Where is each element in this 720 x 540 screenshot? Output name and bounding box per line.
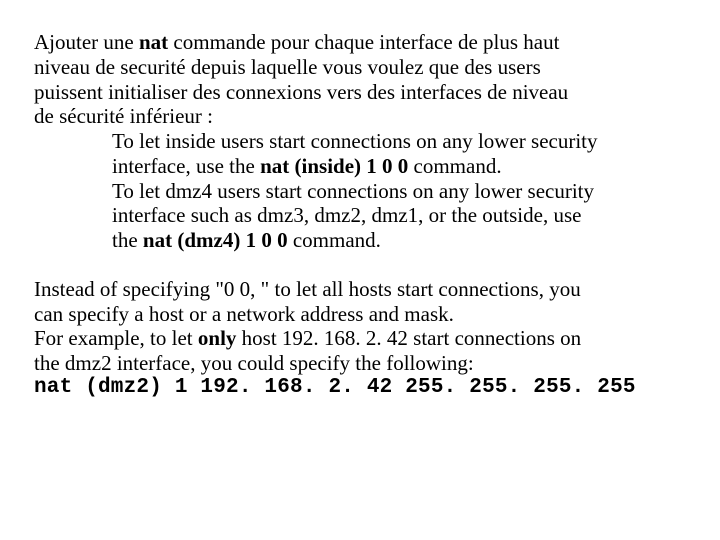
bold-nat-dmz4-a: nat (dmz [143,228,223,252]
text: 4 [202,179,213,203]
text: 2 [101,351,112,375]
text: 3 [293,203,304,227]
bold-only: only [198,326,237,350]
document-page: Ajouter une nat commande pour chaque int… [0,0,720,401]
text: host 192. 168. 2. 42 start connections o… [236,326,581,350]
text: can specify a host or a network address … [34,302,454,326]
text: the dmz [34,351,101,375]
text: the [112,228,143,252]
text: 2 [351,203,362,227]
bold-nat: nat [139,30,168,54]
text: users start connections on any lower sec… [212,179,594,203]
text: 1 [408,203,419,227]
indent-line-5: the nat (dmz4) 1 0 0 command. [112,228,686,253]
text: Instead of specifying "0 0, " to let all… [34,277,581,301]
text: To let inside users start connections on… [112,129,598,153]
indent-line-3: To let dmz4 users start connections on a… [112,179,686,204]
text: puissent initialiser des connexions vers… [34,80,568,104]
text: commande pour chaque interface de plus h… [168,30,559,54]
text: de sécurité inférieur : [34,104,213,128]
text: , dmz [304,203,351,227]
bold-nat-inside: nat (inside) 1 0 0 [260,154,408,178]
text: interface, you could specify the followi… [112,351,474,375]
indent-line-4: interface such as dmz3, dmz2, dmz1, or t… [112,203,686,228]
text: Ajouter une [34,30,139,54]
text: command. [408,154,501,178]
text: To let dmz [112,179,202,203]
command-line: nat (dmz2) 1 192. 168. 2. 42 255. 255. 2… [34,376,686,401]
bold-nat-dmz4-b: ) 1 0 0 [233,228,287,252]
text: , dmz [361,203,408,227]
nat-command-text: nat (dmz2) 1 192. 168. 2. 42 255. 255. 2… [34,376,636,399]
spacer [34,253,686,277]
text: For example, to let [34,326,198,350]
text: command. [288,228,381,252]
text: interface, use the [112,154,260,178]
text: niveau de securité depuis laquelle vous … [34,55,541,79]
paragraph-1: Ajouter une nat commande pour chaque int… [34,30,686,129]
bold-nat-dmz4-num: 4 [223,228,234,252]
indent-line-1: To let inside users start connections on… [112,129,686,154]
paragraph-2: Instead of specifying "0 0, " to let all… [34,277,686,376]
indent-line-2: interface, use the nat (inside) 1 0 0 co… [112,154,686,179]
text: , or the outside, use [418,203,581,227]
indented-block: To let inside users start connections on… [34,129,686,253]
text: interface such as dmz [112,203,293,227]
